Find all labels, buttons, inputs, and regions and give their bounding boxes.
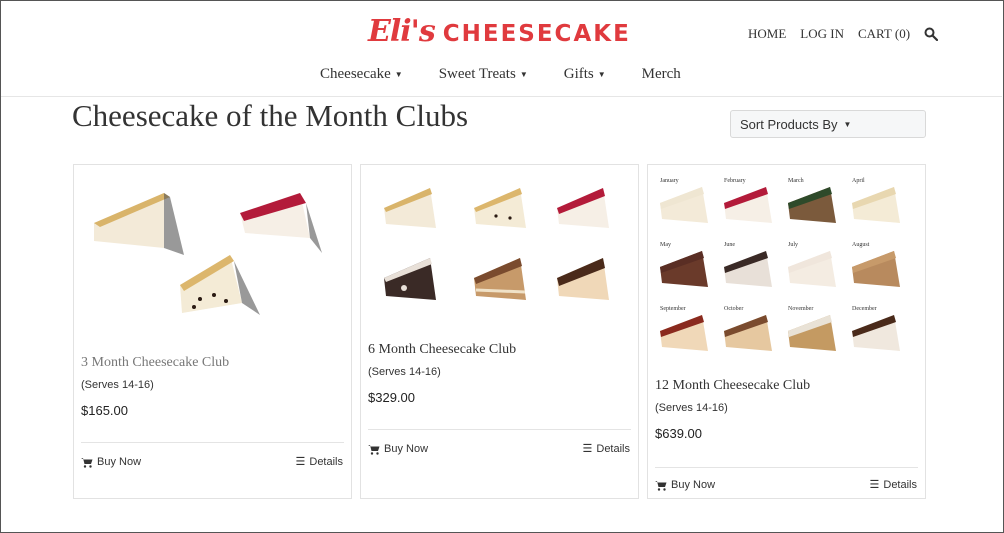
product-image[interactable]: January February March April May June July Augu… (656, 173, 918, 363)
nav-gifts[interactable]: Gifts ▼ (564, 66, 606, 83)
nav-cheesecake-label: Cheesecake (320, 66, 391, 82)
search-icon[interactable] (924, 27, 939, 41)
top-links: HOME LOG IN CART (0) (748, 26, 939, 42)
buy-now-label: Buy Now (97, 456, 142, 468)
product-card: January February March April May June July Augu… (647, 164, 926, 499)
month-label: July (788, 242, 798, 248)
caret-down-icon: ▼ (597, 70, 606, 79)
product-serves: (Serves 14-16) (368, 366, 441, 378)
details-label: Details (309, 455, 343, 468)
product-card: 3 Month Cheesecake Club (Serves 14-16) $… (73, 164, 352, 499)
product-serves: (Serves 14-16) (655, 402, 728, 414)
sort-dropdown[interactable]: Sort Products By ▼ (730, 110, 926, 138)
month-label: May (660, 242, 671, 248)
nav-sweet-treats[interactable]: Sweet Treats ▼ (439, 66, 528, 83)
product-name[interactable]: 12 Month Cheesecake Club (655, 378, 810, 394)
product-serves: (Serves 14-16) (81, 379, 154, 391)
cart-icon (81, 457, 93, 468)
nav-gifts-label: Gifts (563, 66, 594, 82)
site-logo[interactable]: Eli's CHEESECAKE (368, 14, 633, 58)
logo-word: CHEESECAKE (442, 21, 631, 47)
details-button[interactable]: ☰ Details (869, 478, 918, 492)
cherry-slice (240, 193, 322, 253)
month-label: February (724, 178, 746, 184)
month-label: April (852, 178, 865, 184)
month-label: September (660, 306, 686, 312)
month-label: November (788, 306, 813, 312)
nav-merch-label: Merch (641, 66, 681, 82)
chip-slice (180, 255, 260, 315)
card-divider (368, 429, 631, 430)
main-nav: Cheesecake ▼ Sweet Treats ▼ Gifts ▼ Merc… (320, 66, 681, 83)
list-icon: ☰ (582, 443, 593, 455)
home-link[interactable]: HOME (748, 26, 786, 42)
card-divider (81, 442, 344, 443)
plain-slice (94, 193, 184, 255)
product-price: $165.00 (81, 403, 128, 418)
nav-sweet-treats-label: Sweet Treats (438, 66, 516, 82)
month-label: June (724, 242, 735, 248)
buy-now-button[interactable]: Buy Now (368, 443, 428, 455)
product-name[interactable]: 6 Month Cheesecake Club (368, 342, 516, 358)
product-image[interactable] (369, 173, 631, 341)
logo-script: Eli's (368, 14, 436, 49)
product-price: $329.00 (368, 390, 415, 405)
product-name[interactable]: 3 Month Cheesecake Club (81, 355, 229, 371)
month-label: January (660, 178, 679, 184)
cart-icon (368, 444, 380, 455)
header-divider (1, 96, 1002, 97)
caret-down-icon: ▼ (394, 70, 403, 79)
details-label: Details (883, 478, 917, 491)
month-label: August (852, 242, 870, 248)
product-card: 6 Month Cheesecake Club (Serves 14-16) $… (360, 164, 639, 499)
cart-link[interactable]: CART (0) (858, 26, 910, 42)
month-label: October (724, 306, 743, 312)
buy-now-label: Buy Now (384, 443, 429, 455)
nav-merch[interactable]: Merch (642, 66, 681, 83)
details-button[interactable]: ☰ Details (582, 442, 631, 456)
list-icon: ☰ (869, 479, 880, 491)
details-button[interactable]: ☰ Details (295, 455, 344, 469)
month-label: December (852, 306, 877, 312)
login-link[interactable]: LOG IN (800, 26, 844, 42)
product-image[interactable] (82, 173, 344, 341)
caret-down-icon: ▼ (519, 70, 528, 79)
buy-now-button[interactable]: Buy Now (655, 479, 715, 491)
cart-icon (655, 480, 667, 491)
caret-down-icon: ▼ (843, 119, 852, 129)
page-title: Cheesecake of the Month Clubs (72, 98, 469, 133)
details-label: Details (596, 442, 630, 455)
sort-label: Sort Products By (740, 116, 838, 132)
product-price: $639.00 (655, 426, 702, 441)
month-label: March (788, 178, 804, 184)
buy-now-label: Buy Now (671, 479, 716, 491)
list-icon: ☰ (295, 456, 306, 468)
nav-cheesecake[interactable]: Cheesecake ▼ (320, 66, 403, 83)
card-divider (655, 467, 918, 468)
buy-now-button[interactable]: Buy Now (81, 456, 141, 468)
